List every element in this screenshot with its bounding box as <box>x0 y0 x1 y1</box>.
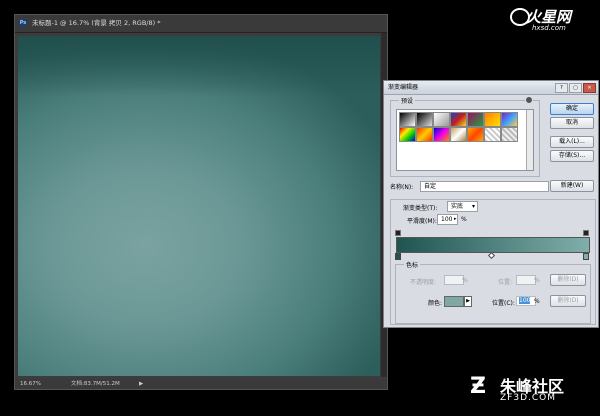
preset-swatch[interactable] <box>450 127 467 142</box>
document-window: Ps 未标题-1 @ 16.7% (背景 拷贝 2, RGB/8) * 16.6… <box>14 14 388 390</box>
preset-swatch[interactable] <box>399 127 416 142</box>
document-title-bar[interactable]: Ps 未标题-1 @ 16.7% (背景 拷贝 2, RGB/8) * <box>15 15 387 33</box>
gradient-settings-group: 渐变类型(T): 实底 ▾ 平滑度(M): 100 ▸ % 色标 不透明度: %… <box>390 199 596 325</box>
color-label: 颜色: <box>428 300 443 307</box>
presets-scrollbar[interactable] <box>526 110 533 170</box>
maximize-button[interactable]: ▢ <box>569 83 582 93</box>
opacity-location-input <box>516 275 536 285</box>
zf3d-logo-url: ZF3D.COM <box>500 393 556 403</box>
preset-swatch[interactable] <box>416 112 433 127</box>
preset-swatch[interactable] <box>484 112 501 127</box>
load-button[interactable]: 载入(L)... <box>550 136 594 148</box>
gear-icon[interactable] <box>525 96 533 104</box>
smoothness-percent: % <box>461 216 467 223</box>
smoothness-value: 100 <box>441 216 453 223</box>
preset-swatch[interactable] <box>416 127 433 142</box>
smoothness-dropdown-icon[interactable]: ▸ <box>454 216 457 222</box>
presets-label: 预设 <box>399 96 416 105</box>
preset-swatch[interactable] <box>501 127 518 142</box>
color-stops-group: 色标 不透明度: % 位置: % 删除(D) 颜色: ▶ 位置(C): 100 … <box>395 260 591 324</box>
name-label: 名称(N): <box>390 184 414 191</box>
location-percent: % <box>534 298 540 305</box>
zoom-level[interactable]: 16.67% <box>20 379 41 389</box>
document-info: 文档:83.7M/51.2M <box>71 381 120 387</box>
color-midpoint[interactable] <box>487 251 496 260</box>
preset-swatch[interactable] <box>450 112 467 127</box>
zf3d-logo: Ƶ 朱峰社区 ZF3D.COM <box>470 372 594 412</box>
save-button[interactable]: 存储(S)... <box>550 150 594 162</box>
preset-swatch[interactable] <box>399 112 416 127</box>
hxsd-logo: 火星网 hxsd.com <box>510 6 580 36</box>
zf3d-logo-mark-icon: Ƶ <box>470 374 486 399</box>
dialog-title-bar[interactable]: 渐变编辑器 ? ▢ ✕ <box>384 81 598 95</box>
stops-label: 色标 <box>404 260 421 269</box>
opacity-stop-right[interactable] <box>583 230 589 236</box>
opacity-location-label: 位置: <box>498 279 513 286</box>
ok-button[interactable]: 确定 <box>550 103 594 115</box>
location-label: 位置(C): <box>492 300 515 307</box>
smoothness-label: 平滑度(M): <box>407 218 437 225</box>
status-bar: 16.67% 文档:83.7M/51.2M ▶ <box>15 379 387 389</box>
preset-swatch[interactable] <box>501 112 518 127</box>
delete-opacity-stop-button: 删除(D) <box>550 274 586 286</box>
new-button[interactable]: 新建(W) <box>550 180 594 192</box>
preset-swatch[interactable] <box>467 112 484 127</box>
color-menu-arrow-icon[interactable]: ▶ <box>464 296 472 307</box>
gradient-type-select[interactable]: 实底 ▾ <box>447 201 478 212</box>
presets-group: 预设 <box>390 96 540 177</box>
help-button[interactable]: ? <box>555 83 568 93</box>
preset-swatches <box>396 109 534 171</box>
gradient-editor-dialog: 渐变编辑器 ? ▢ ✕ 预设 确定 取消 载入(L)... 存储(S)... 名… <box>383 80 599 328</box>
location-value: 100 <box>519 297 531 304</box>
opacity-location-percent: % <box>534 277 540 284</box>
cancel-button[interactable]: 取消 <box>550 117 594 129</box>
color-stop-left[interactable] <box>395 253 401 260</box>
gradient-type-value: 实底 <box>451 203 464 210</box>
color-stop-right[interactable] <box>583 253 589 260</box>
opacity-percent: % <box>462 277 468 284</box>
gradient-preview-bar[interactable] <box>396 237 590 253</box>
dialog-title: 渐变编辑器 <box>388 84 419 91</box>
preset-swatch[interactable] <box>484 127 501 142</box>
photoshop-icon: Ps <box>19 19 27 27</box>
preset-swatch[interactable] <box>467 127 484 142</box>
gradient-type-label: 渐变类型(T): <box>403 205 438 212</box>
hxsd-logo-url: hxsd.com <box>532 24 566 32</box>
document-title: 未标题-1 @ 16.7% (背景 拷贝 2, RGB/8) * <box>32 19 161 27</box>
opacity-stop-left[interactable] <box>395 230 401 236</box>
opacity-input <box>444 275 464 285</box>
preset-swatch[interactable] <box>433 112 450 127</box>
image-canvas[interactable] <box>18 36 380 376</box>
stop-color-swatch[interactable] <box>444 296 464 307</box>
opacity-label: 不透明度: <box>410 279 437 286</box>
location-input[interactable]: 100 <box>516 296 536 306</box>
close-button[interactable]: ✕ <box>583 83 596 93</box>
preset-swatch[interactable] <box>433 127 450 142</box>
chevron-down-icon: ▾ <box>471 203 475 210</box>
name-field[interactable]: 自定 <box>420 181 549 192</box>
status-menu-arrow-icon[interactable]: ▶ <box>139 379 143 389</box>
delete-color-stop-button: 删除(D) <box>550 295 586 307</box>
